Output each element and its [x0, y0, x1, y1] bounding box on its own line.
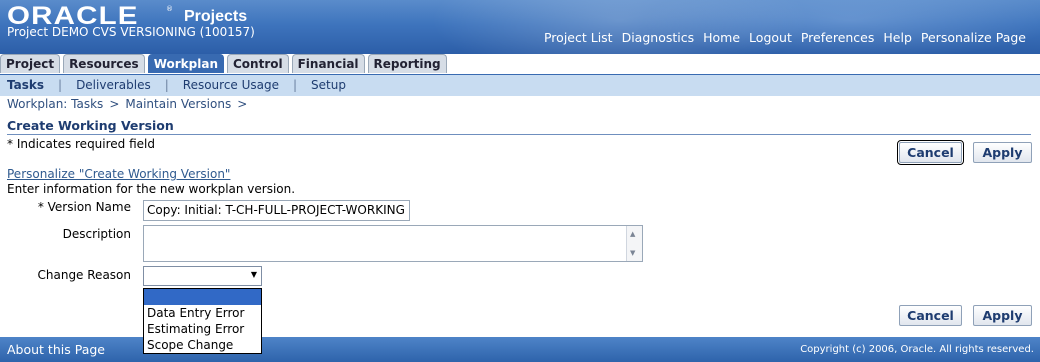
page-header: ORACLE ® Projects Project DEMO CVS VERSI… [0, 0, 1040, 54]
about-this-page-link[interactable]: About this Page [7, 342, 105, 357]
change-reason-label: Change Reason [37, 268, 132, 282]
apply-button-top[interactable]: Apply [973, 142, 1032, 163]
dropdown-arrow-icon[interactable]: ▼ [251, 270, 257, 279]
cancel-button-top[interactable]: Cancel [897, 140, 964, 165]
home-link[interactable]: Home [703, 30, 740, 45]
change-reason-select[interactable]: ▼ [143, 266, 262, 286]
scroll-up-icon[interactable]: ▲ [630, 230, 635, 238]
version-name-label: * Version Name [37, 200, 131, 214]
option-blank[interactable] [144, 289, 261, 305]
description-scrollbar[interactable]: ▲ ▼ [626, 226, 642, 261]
title-divider [7, 134, 1031, 135]
sub-navigation: Tasks | Deliverables | Resource Usage | … [0, 74, 1040, 96]
subtab-deliverables[interactable]: Deliverables [76, 78, 151, 92]
scroll-down-icon[interactable]: ▼ [630, 249, 635, 257]
tab-workplan[interactable]: Workplan [147, 54, 224, 73]
project-title: Project DEMO CVS VERSIONING (100157) [7, 25, 255, 39]
apply-button-bottom[interactable]: Apply [973, 305, 1032, 326]
instruction-text: Enter information for the new workplan v… [7, 182, 296, 196]
subtab-setup[interactable]: Setup [311, 78, 346, 92]
header-decoration [640, 0, 1040, 54]
required-field-note: * Indicates required field [7, 137, 156, 151]
option-estimating-error[interactable]: Estimating Error [144, 321, 261, 337]
subnav-separator: | [293, 78, 298, 92]
description-textarea[interactable]: ▲ ▼ [143, 225, 643, 262]
tab-control[interactable]: Control [226, 54, 289, 73]
cancel-button-bottom[interactable]: Cancel [899, 305, 962, 326]
main-tabs: Project Resources Workplan Control Finan… [0, 54, 450, 73]
breadcrumb-separator: > [109, 97, 120, 111]
personalize-region-link[interactable]: Personalize "Create Working Version" [7, 167, 230, 181]
breadcrumb: Workplan: Tasks > Maintain Versions > [7, 97, 247, 111]
tab-resources[interactable]: Resources [63, 54, 145, 73]
copyright-text: Copyright (c) 2006, Oracle. All rights r… [800, 344, 1034, 355]
description-label: Description [62, 227, 131, 241]
version-name-input[interactable]: Copy: Initial: T-CH-FULL-PROJECT-WORKING [143, 200, 410, 221]
registered-mark: ® [166, 5, 173, 13]
subnav-separator: | [164, 78, 169, 92]
breadcrumb-maintain-versions[interactable]: Maintain Versions [125, 97, 231, 111]
personalize-page-link[interactable]: Personalize Page [921, 30, 1026, 45]
change-reason-options: Data Entry Error Estimating Error Scope … [143, 288, 262, 354]
subtab-resource-usage[interactable]: Resource Usage [183, 78, 279, 92]
subtab-tasks[interactable]: Tasks [7, 78, 44, 92]
diagnostics-link[interactable]: Diagnostics [622, 30, 695, 45]
option-data-entry-error[interactable]: Data Entry Error [144, 305, 261, 321]
help-link[interactable]: Help [883, 30, 912, 45]
preferences-link[interactable]: Preferences [801, 30, 875, 45]
breadcrumb-separator: > [237, 97, 248, 111]
logout-link[interactable]: Logout [749, 30, 792, 45]
project-list-link[interactable]: Project List [544, 30, 613, 45]
option-scope-change[interactable]: Scope Change [144, 337, 261, 353]
tab-project[interactable]: Project [0, 54, 61, 73]
breadcrumb-workplan-tasks[interactable]: Workplan: Tasks [7, 97, 103, 111]
tab-financial[interactable]: Financial [291, 54, 365, 73]
global-links: Project List Diagnostics Home Logout Pre… [544, 30, 1026, 45]
subnav-separator: | [58, 78, 63, 92]
tab-reporting[interactable]: Reporting [367, 54, 447, 73]
page-title: Create Working Version [7, 118, 174, 133]
app-name: Projects [184, 8, 248, 25]
